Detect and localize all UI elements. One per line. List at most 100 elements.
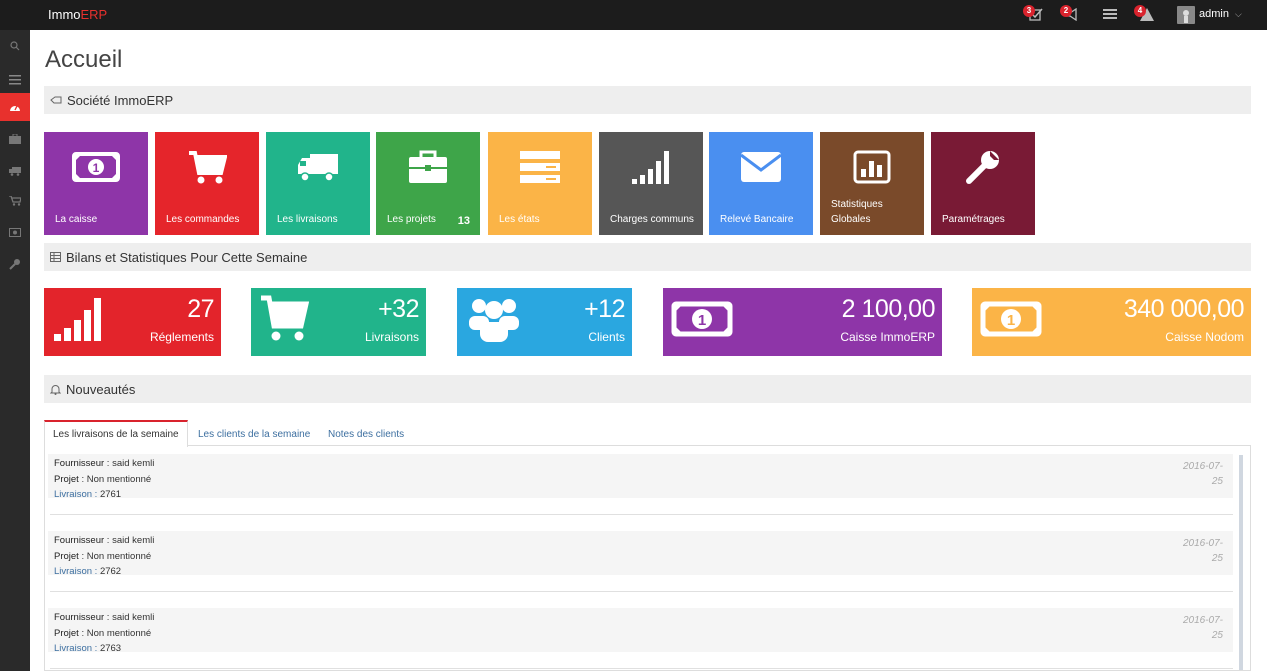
stat-label: Réglements [149,330,214,344]
sidebar-item-menu[interactable] [0,66,30,94]
section-title: Bilans et Statistiques Pour Cette Semain… [66,249,308,265]
signal-icon [54,298,101,341]
warnings-badge: 4 [1134,5,1146,17]
news-tabs: Les livraisons de la semaine Les clients… [44,420,1251,447]
bell-icon [50,384,61,395]
tab-clients-semaine[interactable]: Les clients de la semaine [190,420,318,446]
tasks-badge: 3 [1023,5,1035,17]
tile-statistiques[interactable]: Statistiques Globales [820,132,924,235]
livraison-value: 2761 [99,489,122,500]
money-icon: 1 [671,301,733,337]
item-date: 2016-07- 25 [1182,615,1223,641]
item-date: 2016-07- 25 [1182,538,1223,564]
tasks-button[interactable]: 3 [1023,5,1047,24]
projet-label: Projet [54,473,79,485]
livraison-link[interactable]: Livraison [54,566,92,577]
stat-label: Caisse ImmoERP [840,330,935,344]
stat-label: Caisse Nodom [1165,330,1244,344]
stat-livraisons[interactable]: +32 Livraisons [251,288,426,356]
stat-caisse-nodom[interactable]: 1 340 000,00 Caisse Nodom [972,288,1251,356]
list-item[interactable]: Fournisseur : said kemli Projet : Non me… [48,608,1233,654]
divider [50,668,1233,669]
tile-caisse[interactable]: 1 La caisse [44,132,148,235]
sidebar-item-cash[interactable] [0,218,30,246]
livraison-link[interactable]: Livraison [54,643,92,654]
hand-pointer-icon [50,96,62,104]
tile-count: 13 [457,215,470,227]
fournisseur-label: Fournisseur [54,535,105,546]
tile-label: Paramétrages [942,214,1005,225]
brand-logo[interactable]: ImmoERP [48,7,107,22]
briefcase-icon [409,150,447,183]
sidebar-item-settings[interactable] [0,250,30,278]
sidebar-item-dashboard[interactable] [0,93,30,121]
section-societe: Société ImmoERP [44,86,1251,114]
tile-livraisons[interactable]: Les livraisons [266,132,370,235]
list-item[interactable]: Fournisseur : said kemli Projet : Non me… [48,531,1233,577]
stat-value: 340 000,00 [1123,295,1245,323]
projet-value: Non mentionné [86,550,152,562]
stat-label: Clients [588,330,625,344]
tile-commandes[interactable]: Les commandes [155,132,259,235]
stat-value: 27 [187,295,214,323]
svg-text:1: 1 [698,312,706,329]
tab-notes-clients[interactable]: Notes des clients [320,420,412,446]
fournisseur-value: said kemli [112,458,155,469]
cart-icon [9,196,21,206]
users-icon [469,299,519,342]
tile-charges[interactable]: Charges communs [599,132,703,235]
stat-value: 2 100,00 [841,295,936,323]
livraison-value: 2762 [99,566,122,577]
cart-icon [261,295,310,341]
projet-label: Projet [54,550,79,562]
tile-label: Les commandes [166,214,240,225]
scrollbar[interactable] [1239,455,1243,670]
tile-releve-bancaire[interactable]: Relevé Bancaire [709,132,813,235]
top-navbar: ImmoERP 3 2 4 admin ⌵ [0,0,1267,30]
messages-button[interactable]: 2 [1060,5,1084,24]
list-icon [1103,9,1117,19]
section-bilans: Bilans et Statistiques Pour Cette Semain… [44,243,1251,271]
envelope-icon [740,152,782,182]
stat-clients[interactable]: +12 Clients [457,288,632,356]
chart-icon [853,150,891,184]
list-item[interactable]: Fournisseur : said kemli Projet : Non me… [48,454,1233,500]
warnings-button[interactable]: 4 [1134,5,1158,24]
list-button[interactable] [1101,6,1121,24]
tile-label: Les états [499,214,540,225]
section-title: Société ImmoERP [67,92,174,108]
dashboard-icon [10,105,20,111]
cart-icon [189,151,227,184]
truck-icon [9,167,21,176]
tile-etats[interactable]: Les états [488,132,592,235]
tile-parametrages[interactable]: Paramétrages [931,132,1035,235]
projet-value: Non mentionné [86,473,152,485]
page-title: Accueil [45,46,123,73]
news-panel: Fournisseur : said kemli Projet : Non me… [44,446,1251,671]
avatar[interactable] [1177,6,1195,24]
sidebar-item-orders[interactable] [0,187,30,215]
item-date: 2016-07- 25 [1182,461,1223,487]
sidebar-item-projects[interactable] [0,125,30,153]
livraison-link[interactable]: Livraison [54,489,92,500]
stat-value: +32 [378,295,419,323]
tile-label: Statistiques Globales [831,199,883,225]
money-icon: 1 [72,152,120,182]
stat-label: Livraisons [364,330,419,344]
sidebar-search[interactable] [0,32,30,60]
divider [50,591,1233,592]
section-title: Nouveautés [66,381,136,397]
svg-text:1: 1 [93,161,100,175]
divider [50,514,1233,515]
money-icon [9,227,21,237]
money-icon: 1 [980,301,1042,337]
tile-label: Les livraisons [277,214,338,225]
sidebar [0,30,30,671]
user-menu[interactable]: admin ⌵ [1199,8,1242,20]
projet-label: Projet [54,627,79,639]
stat-reglements[interactable]: 27 Réglements [44,288,221,356]
tab-livraisons-semaine[interactable]: Les livraisons de la semaine [44,420,188,447]
sidebar-item-deliveries[interactable] [0,157,30,185]
stat-caisse-immoerp[interactable]: 1 2 100,00 Caisse ImmoERP [663,288,942,356]
tile-projets[interactable]: Les projets 13 [376,132,480,235]
